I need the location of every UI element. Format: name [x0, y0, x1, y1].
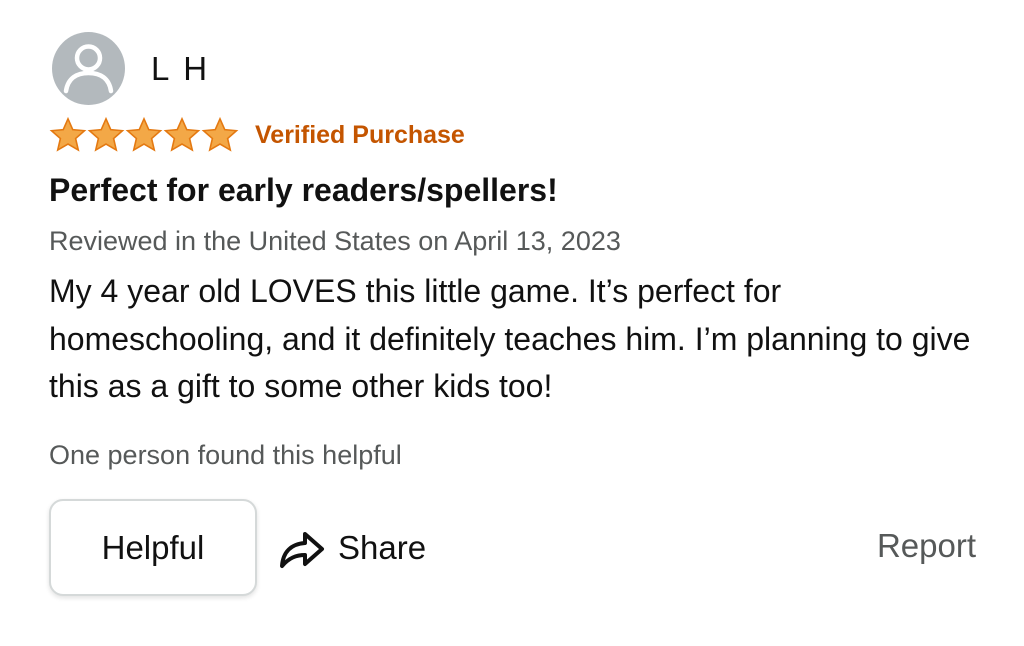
reviewer-profile[interactable]: L H [52, 32, 210, 105]
review-title: Perfect for early readers/spellers! [49, 172, 558, 208]
report-link[interactable]: Report [877, 527, 976, 565]
helpful-button[interactable]: Helpful [49, 499, 257, 596]
star-rating [49, 116, 239, 154]
review-card: L H Verified Purchase Perfect for early … [0, 0, 1024, 646]
share-label: Share [338, 529, 427, 566]
star-icon [49, 116, 87, 152]
star-icon [163, 116, 201, 152]
star-icon [87, 116, 125, 152]
star-icon [125, 116, 163, 152]
reviewer-name[interactable]: L H [151, 50, 210, 88]
helpful-count: One person found this helpful [49, 440, 402, 470]
share-button[interactable]: Share [276, 518, 426, 578]
share-arrow-icon [280, 532, 324, 568]
review-body: My 4 year old LOVES this little game. It… [49, 273, 971, 404]
user-avatar-icon [52, 32, 125, 105]
verified-purchase-badge: Verified Purchase [255, 120, 465, 149]
rating-row: Verified Purchase [49, 116, 465, 154]
star-icon [201, 116, 239, 152]
review-date: Reviewed in the United States on April 1… [49, 226, 621, 256]
